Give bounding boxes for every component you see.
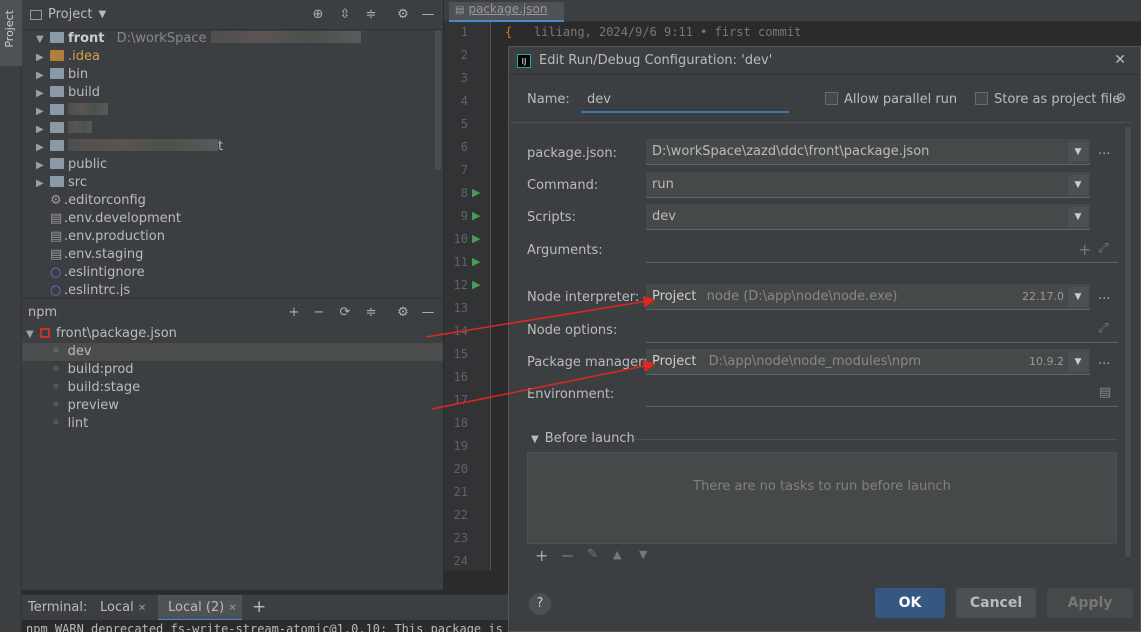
annotation-overlay xyxy=(425,295,656,410)
annotation-arrow xyxy=(425,295,656,338)
annotation-arrow xyxy=(431,360,656,410)
